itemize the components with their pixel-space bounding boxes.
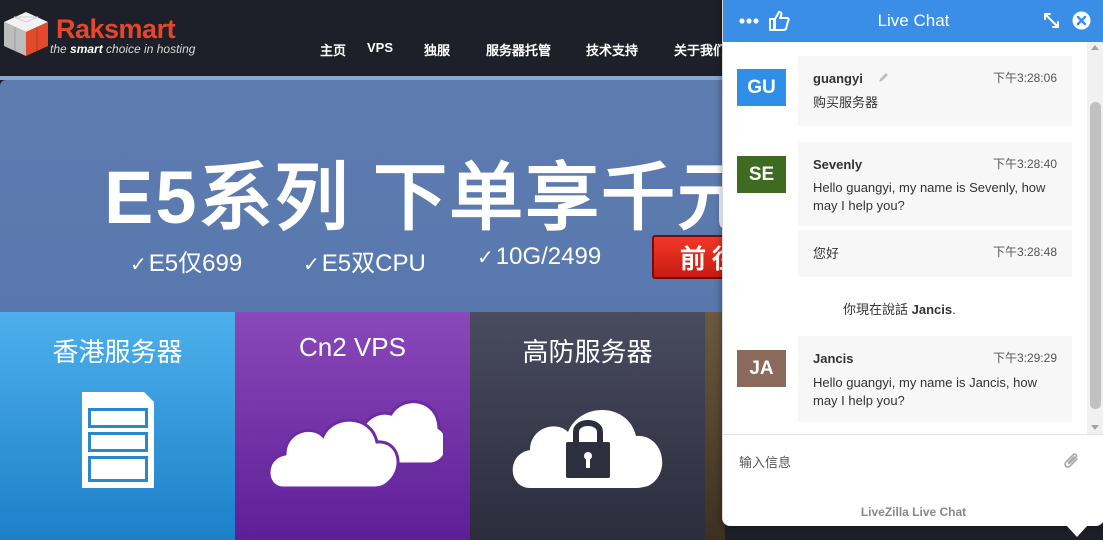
attachment-icon[interactable] — [1063, 451, 1081, 471]
edit-name-icon[interactable] — [878, 72, 889, 83]
nav-item-about[interactable]: 关于我们 — [674, 40, 726, 59]
check-icon: ✓ — [303, 254, 320, 276]
cloud-icon — [267, 400, 443, 490]
banner-title: E5系列 下单享千元优惠 — [104, 156, 722, 239]
message-author: guangyi — [813, 71, 863, 86]
message-text: Hello guangyi, my name is Jancis, how ma… — [813, 375, 1037, 408]
chat-message: guangyi 下午3:28:06 购买服务器 — [798, 56, 1072, 126]
scroll-down-icon[interactable] — [1091, 425, 1099, 430]
chat-message: Jancis 下午3:29:29 Hello guangyi, my name … — [798, 336, 1072, 422]
chat-tail — [1066, 525, 1088, 537]
scroll-up-icon[interactable] — [1091, 45, 1099, 50]
nav-item-dedicated[interactable]: 独服 — [424, 40, 450, 59]
tile-ddos-server[interactable]: 高防服务器 — [470, 312, 705, 540]
chat-messages[interactable]: GU guangyi 下午3:28:06 购买服务器 SE Sevenly 下午… — [723, 42, 1089, 434]
tile-label: Cn2 VPS — [299, 332, 406, 362]
tile-cn2-vps[interactable]: Cn2 VPS — [235, 312, 470, 540]
chat-header: Live Chat — [723, 0, 1103, 42]
message-time: 下午3:29:29 — [992, 351, 1057, 365]
chat-footer-brand[interactable]: LiveZilla Live Chat — [723, 505, 1103, 519]
message-text: 购买服务器 — [813, 95, 879, 110]
banner-feature: ✓10G/2499 — [477, 243, 602, 270]
input-divider — [723, 434, 1103, 435]
message-time: 下午3:28:40 — [992, 157, 1057, 171]
banner-go-button[interactable]: 前往 — [652, 235, 722, 279]
avatar-se: SE — [737, 156, 786, 193]
live-chat-window: Live Chat GU guangyi 下午3:28:06 购买服务器 SE … — [722, 0, 1103, 526]
message-input[interactable] — [737, 448, 1061, 476]
chat-message: Sevenly 下午3:28:40 Hello guangyi, my name… — [798, 142, 1072, 226]
chat-message: 下午3:28:48 您好 — [798, 230, 1072, 277]
nav-item-vps[interactable]: VPS — [367, 40, 393, 55]
nav-item-colocation[interactable]: 服务器托管 — [486, 40, 551, 59]
tile-label: 香港服务器 — [52, 337, 183, 367]
cloud-lock-icon — [512, 409, 663, 488]
system-notice: 你現在說話 Jancis. — [843, 302, 956, 317]
check-icon: ✓ — [477, 247, 494, 269]
promo-banner[interactable]: E5系列 下单享千元优惠 ✓E5仅699 ✓E5双CPU ✓10G/2499 前… — [0, 80, 722, 312]
nav-item-home[interactable]: 主页 — [320, 40, 346, 59]
tile-hongkong-server[interactable]: 香港服务器 — [0, 312, 235, 540]
expand-icon[interactable] — [1043, 12, 1060, 29]
message-time: 下午3:28:06 — [992, 71, 1057, 85]
banner-feature: ✓E5仅699 — [130, 250, 243, 277]
tile-label: 高防服务器 — [522, 337, 653, 367]
check-icon: ✓ — [130, 254, 147, 276]
message-author: Jancis — [813, 351, 854, 366]
chat-scrollbar[interactable] — [1087, 42, 1103, 434]
message-text: 您好 — [813, 246, 840, 261]
close-icon[interactable] — [1072, 11, 1091, 30]
logo-tagline: the smart choice in hosting — [50, 42, 196, 56]
avatar-ja: JA — [737, 350, 786, 387]
logo-name: Raksmart — [56, 14, 176, 44]
message-text: Hello guangyi, my name is Sevenly, how m… — [813, 180, 1046, 213]
scroll-thumb[interactable] — [1090, 102, 1101, 409]
logo-cube-icon — [4, 12, 48, 56]
message-author: Sevenly — [813, 157, 863, 172]
banner-feature: ✓E5双CPU — [303, 250, 426, 277]
server-icon — [82, 392, 154, 488]
nav-item-support[interactable]: 技术支持 — [586, 40, 638, 59]
avatar-gu: GU — [737, 69, 786, 106]
site-logo[interactable]: Raksmart the smart choice in hosting — [0, 6, 200, 66]
